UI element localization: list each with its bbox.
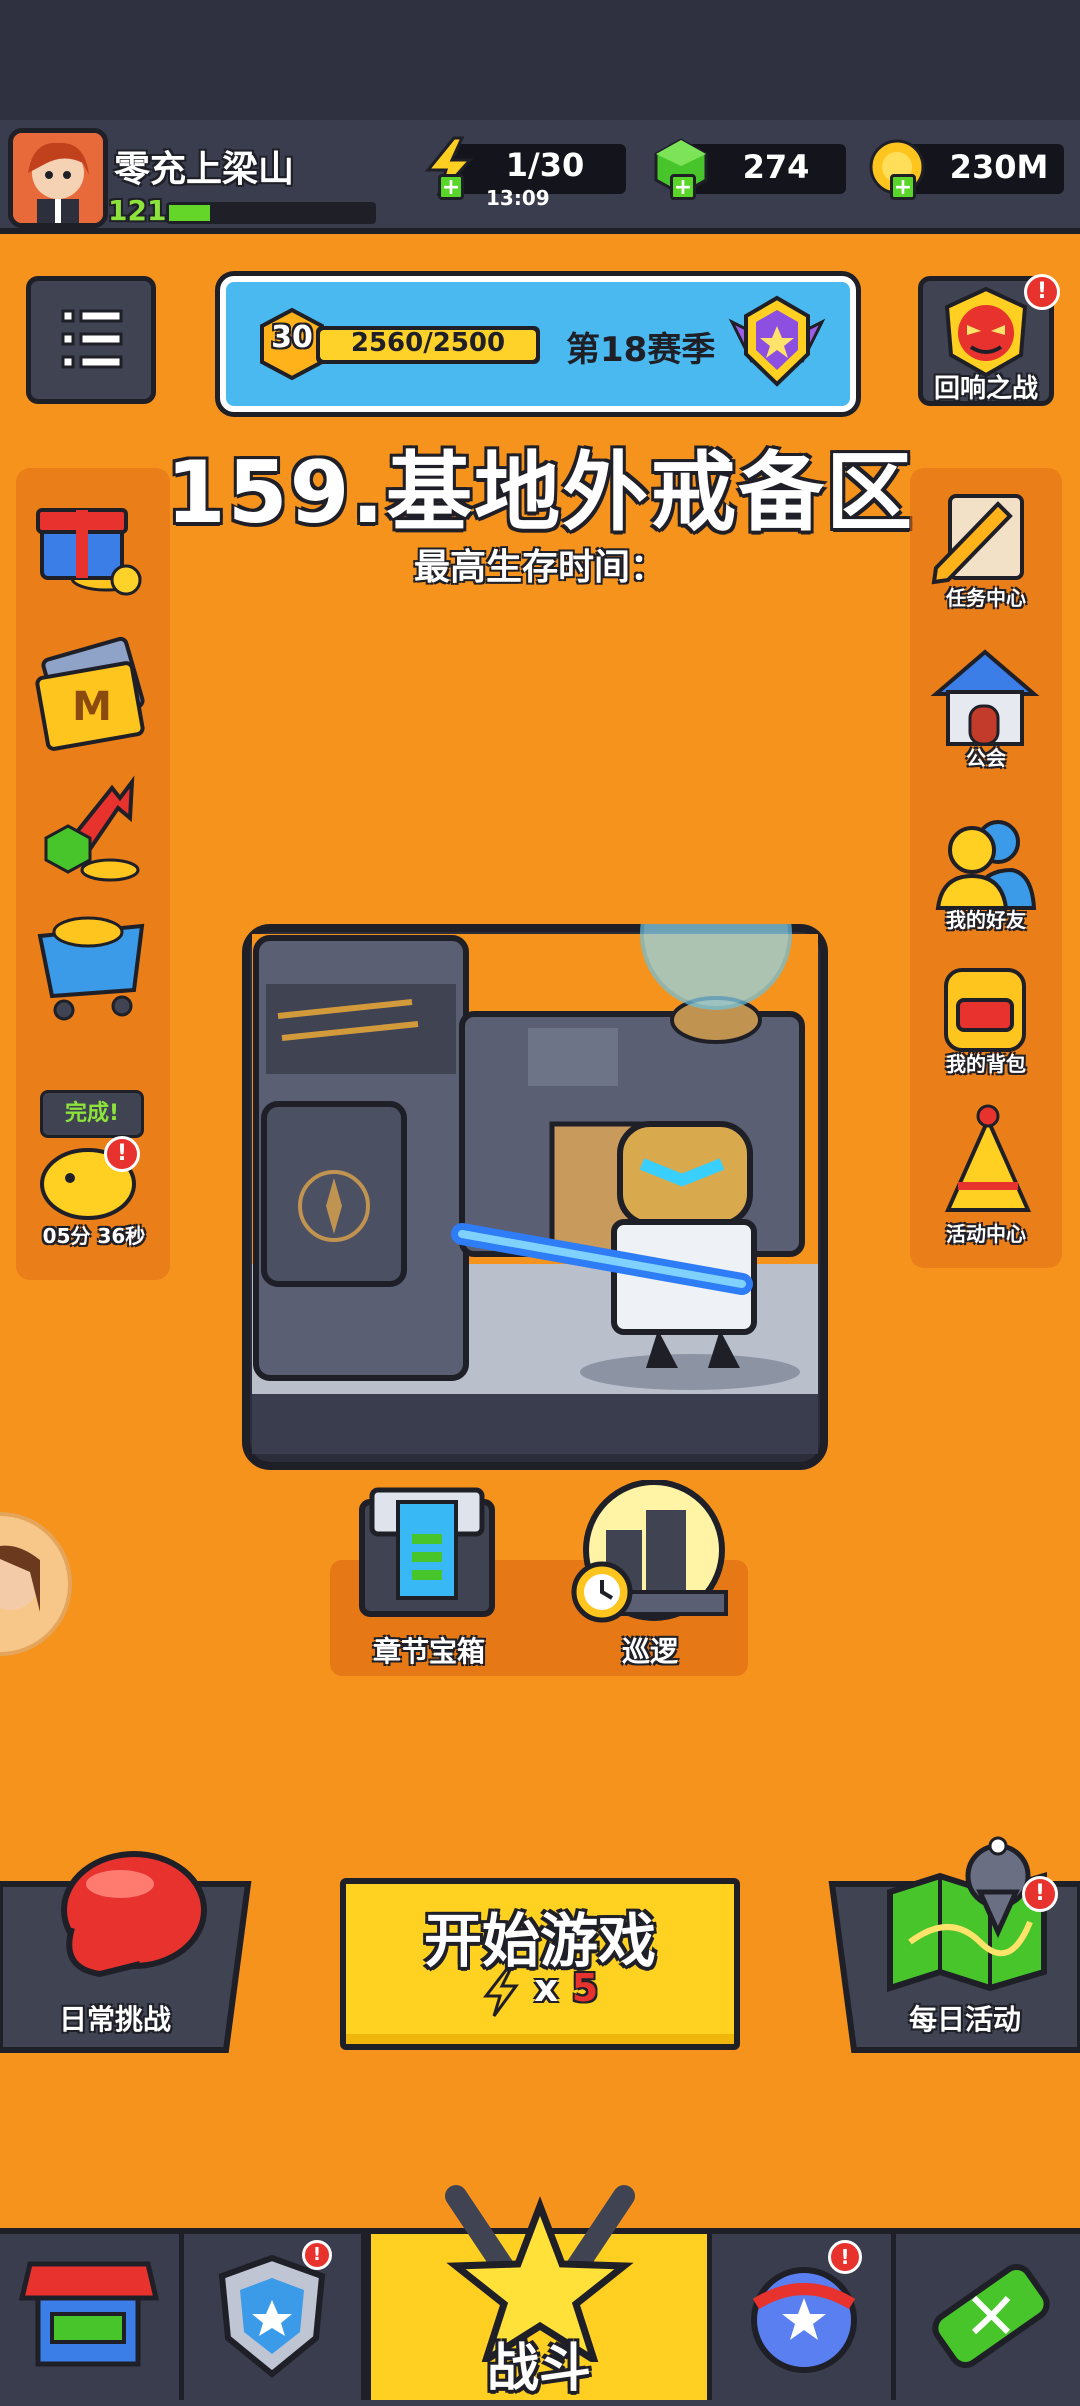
- season-label: 第18赛季: [566, 330, 716, 370]
- season-rank-badge-icon: [728, 295, 826, 387]
- equipment-badge: !: [302, 2240, 332, 2270]
- nav-talent-tab[interactable]: [712, 2234, 896, 2400]
- friends-icon[interactable]: [932, 814, 1038, 914]
- dna-capsule-icon: [932, 2264, 1050, 2368]
- piggy-complete-bubble: 完成!: [40, 1090, 144, 1138]
- assistant-avatar-icon[interactable]: [0, 1512, 72, 1656]
- coins-plus-button[interactable]: +: [890, 174, 916, 200]
- gems-plus-button[interactable]: +: [670, 174, 696, 200]
- player-name: 零充上梁山: [114, 149, 295, 190]
- coins-value: 230M: [949, 148, 1049, 186]
- guild-house-icon[interactable]: [930, 646, 1040, 750]
- chapter-chest-label: 章节宝箱: [372, 1635, 485, 1668]
- energy-plus-button[interactable]: +: [438, 174, 464, 200]
- echo-battle-label: 回响之战: [933, 374, 1038, 404]
- avatar-portrait-icon: [13, 133, 103, 223]
- star-orb-icon: [751, 2267, 857, 2373]
- energy-value: 1/30: [505, 146, 585, 184]
- quest-scroll-icon[interactable]: [928, 486, 1038, 588]
- status-bar: [0, 0, 1080, 120]
- shop-cart-icon[interactable]: [30, 906, 154, 1024]
- energy-cost-icon: [482, 1968, 519, 2017]
- daily-activity-label: 每日活动: [908, 2003, 1021, 2036]
- player-level: 121: [108, 194, 167, 227]
- stage-preview-card[interactable]: [242, 924, 828, 1470]
- season-xp-text: 2560/2500: [350, 328, 506, 358]
- start-cost-prefix: x: [534, 1966, 559, 2010]
- shield-icon: [218, 2254, 326, 2378]
- patrol-icon[interactable]: [566, 1480, 730, 1630]
- nav-battle-label: 战斗: [486, 2339, 591, 2399]
- boxing-glove-icon: [61, 1851, 207, 1978]
- event-party-icon[interactable]: [928, 1100, 1040, 1224]
- backpack-icon[interactable]: [934, 956, 1036, 1056]
- nav-evolve-tab[interactable]: [896, 2234, 1080, 2400]
- chapter-chest-icon[interactable]: [352, 1482, 502, 1630]
- menu-button[interactable]: [26, 276, 156, 404]
- monthly-card-letter: M: [72, 684, 112, 730]
- player-xp-fill: [169, 205, 210, 221]
- start-game-cost: x 5: [534, 1966, 598, 2010]
- patrol-label: 巡逻: [621, 1635, 678, 1668]
- nav-shop-tab[interactable]: [0, 2234, 184, 2400]
- backpack-label: 我的背包: [946, 1052, 1026, 1076]
- echo-battle-badge: !: [1024, 274, 1060, 310]
- gift-box-icon[interactable]: [28, 488, 158, 598]
- daily-challenge-label: 日常挑战: [58, 2003, 171, 2036]
- guild-label: 公会: [966, 746, 1006, 770]
- piggy-timer: 05分 36秒: [42, 1224, 146, 1248]
- piggy-badge: !: [104, 1136, 140, 1172]
- energy-timer: 13:09: [486, 186, 550, 210]
- player-xp-bar: [166, 202, 376, 224]
- friends-label: 我的好友: [946, 908, 1026, 932]
- daily-activity-badge: !: [1022, 1876, 1058, 1912]
- start-cost-value: 5: [571, 1966, 599, 2010]
- gems-value: 274: [742, 148, 810, 186]
- event-center-label: 活动中心: [946, 1222, 1026, 1246]
- gem-growth-icon[interactable]: [32, 768, 152, 888]
- map-icon: [887, 1836, 1047, 1992]
- menu-list-icon: [61, 309, 123, 369]
- nav-equipment-tab[interactable]: [184, 2234, 366, 2400]
- quest-center-label: 任务中心: [946, 586, 1026, 610]
- talent-badge: !: [828, 2240, 862, 2274]
- shop-stall-icon: [18, 2261, 160, 2367]
- player-avatar[interactable]: [8, 128, 108, 228]
- monthly-card-icon[interactable]: M: [30, 636, 156, 752]
